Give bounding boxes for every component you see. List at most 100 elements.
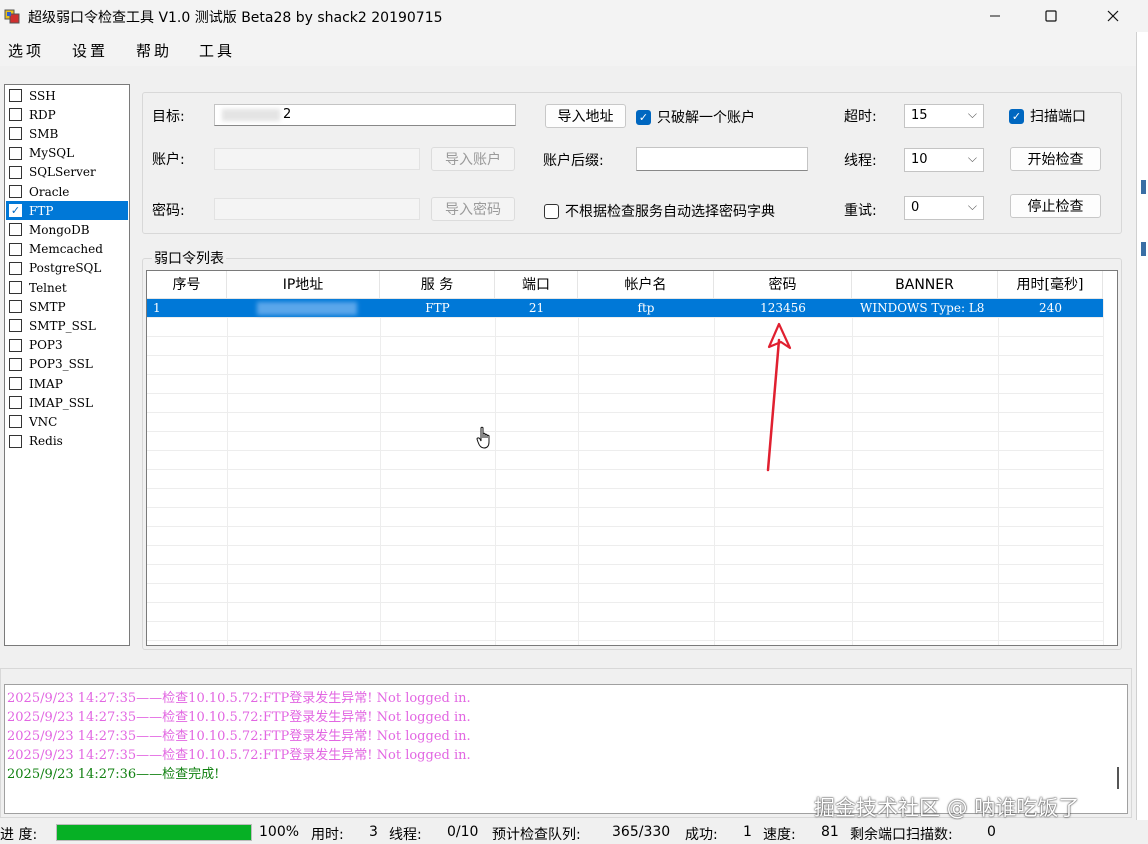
protocol-item-mysql[interactable]: MySQL: [6, 144, 128, 163]
protocol-label: POP3_SSL: [29, 357, 93, 372]
stop-check-button[interactable]: 停止检查: [1010, 194, 1101, 218]
column-header[interactable]: 帐户名: [578, 271, 714, 299]
protocol-item-mongodb[interactable]: MongoDB: [6, 220, 128, 239]
protocol-checkbox[interactable]: [9, 338, 22, 352]
empty-row[interactable]: [147, 546, 1103, 565]
maximize-button[interactable]: [1028, 0, 1074, 32]
column-header[interactable]: 端口: [495, 271, 578, 299]
protocol-item-smtp_ssl[interactable]: SMTP_SSL: [6, 316, 128, 335]
no-auto-dict-option[interactable]: 不根据检查服务自动选择密码字典: [544, 201, 775, 221]
empty-row[interactable]: [147, 451, 1103, 470]
protocol-item-memcached[interactable]: Memcached: [6, 240, 128, 259]
protocol-item-pop3_ssl[interactable]: POP3_SSL: [6, 355, 128, 374]
threads-select[interactable]: 10 ⌵: [904, 148, 984, 172]
protocol-item-redis[interactable]: Redis: [6, 432, 128, 451]
column-header[interactable]: 密码: [714, 271, 852, 299]
time-label: 用时:: [311, 827, 344, 843]
protocol-checkbox[interactable]: [9, 377, 22, 390]
menu-tools[interactable]: 工具: [199, 40, 235, 61]
no-auto-dict-label: 不根据检查服务自动选择密码字典: [565, 204, 775, 220]
protocol-item-ftp[interactable]: ✓ FTP: [6, 201, 128, 221]
protocol-checkbox[interactable]: [9, 300, 22, 314]
protocol-checkbox[interactable]: [9, 319, 22, 333]
protocol-label: Redis: [29, 434, 63, 449]
protocol-checkbox[interactable]: [9, 281, 22, 294]
column-header[interactable]: 用时[毫秒]: [998, 271, 1103, 299]
column-header[interactable]: 服 务: [380, 271, 495, 299]
empty-row[interactable]: [147, 356, 1103, 375]
protocol-checkbox[interactable]: [9, 434, 22, 448]
import-address-button[interactable]: 导入地址: [545, 104, 626, 128]
empty-row[interactable]: [147, 432, 1103, 451]
protocol-checkbox[interactable]: [9, 146, 22, 160]
results-table[interactable]: 序号 IP地址服 务端口 帐户名 密码 BANNER 用时[毫秒] 1 FTP 21 ftp 123…: [146, 270, 1118, 646]
table-row[interactable]: 1 FTP 21 ftp 123456 WINDOWS Type: L8 240: [147, 299, 1103, 318]
account-suffix-input[interactable]: [636, 147, 808, 171]
menu-help[interactable]: 帮助: [136, 40, 172, 61]
protocol-label: RDP: [29, 107, 56, 122]
close-button[interactable]: [1090, 0, 1136, 32]
menu-options[interactable]: 选项: [8, 40, 44, 61]
protocol-item-postgresql[interactable]: PostgreSQL: [6, 259, 128, 278]
column-header[interactable]: IP地址: [227, 271, 380, 299]
empty-row[interactable]: [147, 527, 1103, 546]
password-input[interactable]: [214, 198, 420, 220]
only-one-account-option[interactable]: ✓ 只破解一个账户: [636, 107, 755, 127]
retry-select[interactable]: 0 ⌵: [904, 196, 984, 220]
protocol-item-pop3[interactable]: POP3: [6, 336, 128, 355]
import-account-button[interactable]: 导入账户: [431, 147, 515, 171]
empty-row[interactable]: [147, 375, 1103, 394]
protocol-checkbox[interactable]: [9, 127, 22, 141]
empty-row[interactable]: [147, 622, 1103, 641]
only-one-account-checkbox[interactable]: ✓: [636, 109, 651, 125]
table-cell: 240: [1039, 301, 1062, 315]
no-auto-dict-checkbox[interactable]: [544, 203, 559, 219]
empty-row[interactable]: [147, 470, 1103, 489]
protocol-checkbox[interactable]: ✓: [9, 204, 22, 218]
log-scrollbar-thumb[interactable]: [1117, 767, 1119, 789]
start-check-button[interactable]: 开始检查: [1010, 147, 1101, 171]
protocol-checkbox[interactable]: [9, 242, 22, 256]
protocol-checkbox[interactable]: [9, 185, 22, 198]
protocol-item-smb[interactable]: SMB: [6, 124, 128, 143]
protocol-checkbox[interactable]: [9, 165, 22, 179]
empty-row[interactable]: [147, 565, 1103, 584]
column-header[interactable]: 序号: [147, 271, 227, 299]
hand-cursor-icon: [476, 426, 490, 449]
protocol-checkbox[interactable]: [9, 357, 22, 371]
protocol-checkbox[interactable]: [9, 108, 22, 122]
empty-row[interactable]: [147, 318, 1103, 337]
minimize-button[interactable]: [972, 0, 1018, 32]
column-header[interactable]: BANNER: [852, 271, 998, 299]
empty-row[interactable]: [147, 489, 1103, 508]
protocol-item-imap_ssl[interactable]: IMAP_SSL: [6, 393, 128, 412]
protocol-item-telnet[interactable]: Telnet: [6, 278, 128, 297]
protocol-checkbox[interactable]: [9, 396, 22, 410]
empty-row[interactable]: [147, 584, 1103, 603]
protocol-item-vnc[interactable]: VNC: [6, 412, 128, 431]
account-input[interactable]: [214, 148, 420, 170]
import-password-button[interactable]: 导入密码: [431, 197, 515, 221]
scan-port-checkbox[interactable]: ✓: [1009, 108, 1024, 124]
redacted-ip: [257, 302, 357, 315]
protocol-item-rdp[interactable]: RDP: [6, 105, 128, 124]
empty-row[interactable]: [147, 394, 1103, 413]
empty-row[interactable]: [147, 603, 1103, 622]
protocol-checkbox[interactable]: [9, 223, 22, 237]
protocol-checkbox[interactable]: [9, 261, 22, 275]
protocol-item-smtp[interactable]: SMTP: [6, 297, 128, 316]
protocol-item-sqlserver[interactable]: SQLServer: [6, 163, 128, 182]
protocol-item-imap[interactable]: IMAP: [6, 374, 128, 393]
success-label: 成功:: [685, 827, 718, 843]
protocol-checkbox[interactable]: [9, 89, 22, 102]
empty-row[interactable]: [147, 508, 1103, 527]
protocol-list[interactable]: SSH RDP SMB MySQL SQLServer Oracle ✓ FTP MongoDB…: [4, 84, 130, 646]
protocol-checkbox[interactable]: [9, 415, 22, 429]
menu-settings[interactable]: 设置: [72, 40, 108, 61]
timeout-select[interactable]: 15 ⌵: [904, 104, 984, 128]
empty-row[interactable]: [147, 413, 1103, 432]
protocol-item-oracle[interactable]: Oracle: [6, 182, 128, 201]
protocol-item-ssh[interactable]: SSH: [6, 86, 128, 105]
scan-port-option[interactable]: ✓ 扫描端口: [1009, 106, 1086, 126]
empty-row[interactable]: [147, 337, 1103, 356]
